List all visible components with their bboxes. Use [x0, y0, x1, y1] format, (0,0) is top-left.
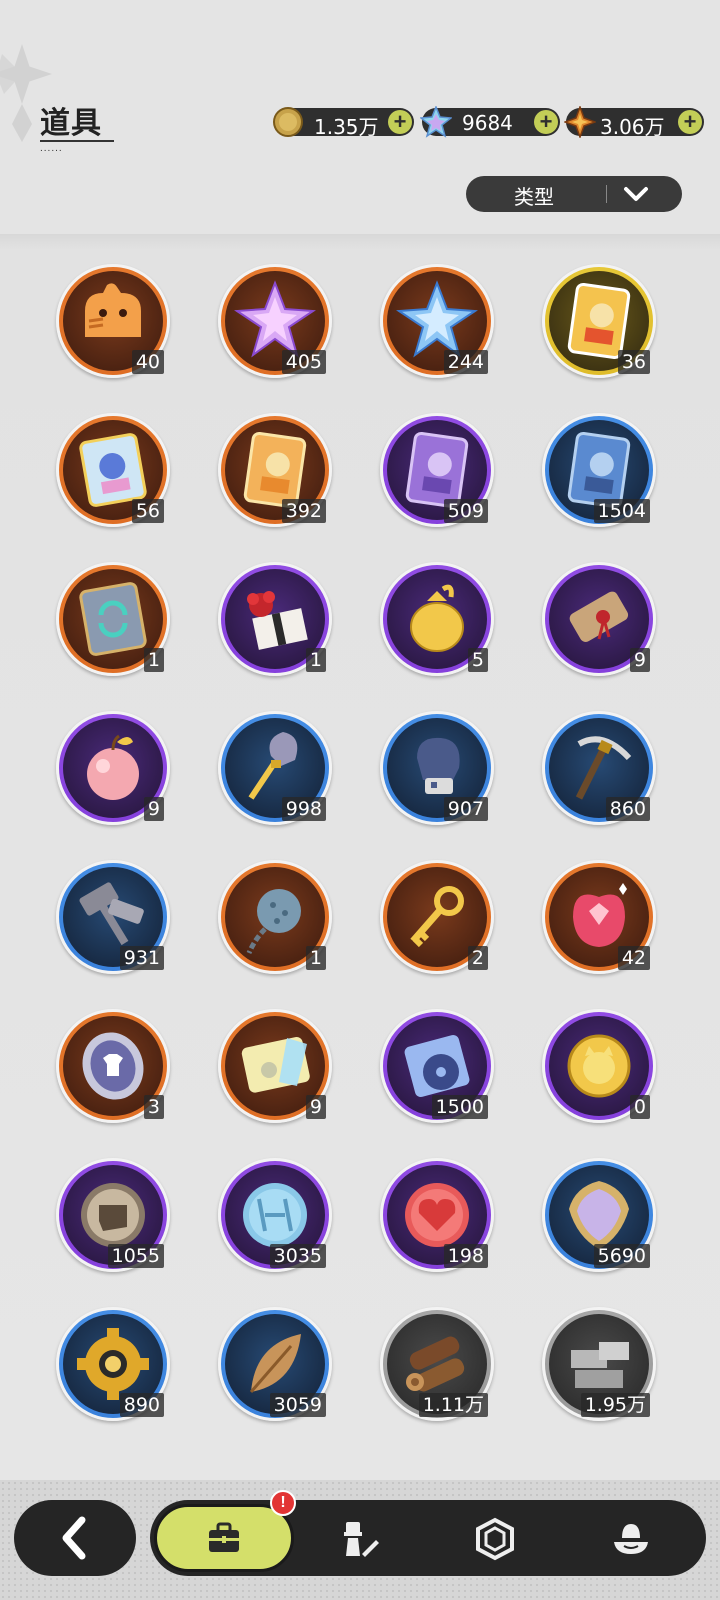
inventory-item[interactable]: 9 — [218, 1009, 332, 1123]
item-count: 1.11万 — [418, 1393, 488, 1417]
chevron-down-icon — [624, 187, 648, 201]
item-count: 36 — [617, 350, 650, 374]
currency-star-add-button[interactable]: + — [678, 110, 702, 134]
gold-coin-icon — [273, 107, 303, 137]
currency-gem: 9684 + — [420, 106, 560, 138]
item-count: 9 — [305, 1095, 326, 1119]
currency-gold: 1.35万 + — [273, 107, 414, 139]
inventory-item[interactable]: 0 — [542, 1009, 656, 1123]
inventory-item[interactable]: 198 — [380, 1158, 494, 1272]
inventory-item[interactable]: 907 — [380, 711, 494, 825]
inventory-item[interactable]: 1.95万 — [542, 1307, 656, 1421]
item-count: 392 — [281, 499, 326, 523]
item-count: 998 — [281, 797, 326, 821]
character-equipment-icon[interactable] — [336, 1516, 382, 1562]
filter-separator — [606, 185, 607, 203]
star-shard-icon — [564, 106, 596, 138]
item-count: 3035 — [269, 1244, 326, 1268]
item-count: 1.95万 — [580, 1393, 650, 1417]
inventory-item[interactable]: 3 — [56, 1009, 170, 1123]
inventory-item[interactable]: 42 — [542, 860, 656, 974]
item-count: 2 — [467, 946, 488, 970]
inventory-item[interactable]: 1 — [218, 562, 332, 676]
inventory-item[interactable]: 890 — [56, 1307, 170, 1421]
item-count: 3 — [143, 1095, 164, 1119]
dessert-icon[interactable] — [608, 1516, 654, 1562]
item-count: 860 — [605, 797, 650, 821]
inventory-item[interactable]: 5690 — [542, 1158, 656, 1272]
inventory-item[interactable]: 9 — [56, 711, 170, 825]
inventory-item[interactable]: 860 — [542, 711, 656, 825]
item-count: 5690 — [593, 1244, 650, 1268]
item-count: 3059 — [269, 1393, 326, 1417]
item-count: 5 — [467, 648, 488, 672]
inventory-item[interactable]: 2 — [380, 860, 494, 974]
item-count: 1 — [305, 946, 326, 970]
inventory-item[interactable]: 3035 — [218, 1158, 332, 1272]
inventory-item[interactable]: 9 — [542, 562, 656, 676]
inventory-item[interactable]: 509 — [380, 413, 494, 527]
inventory-item[interactable]: 1 — [218, 860, 332, 974]
inventory-item[interactable]: 931 — [56, 860, 170, 974]
inventory-item[interactable]: 3059 — [218, 1307, 332, 1421]
item-count: 56 — [131, 499, 164, 523]
inventory-item[interactable]: 1055 — [56, 1158, 170, 1272]
item-count: 931 — [119, 946, 164, 970]
inventory-item[interactable]: 1500 — [380, 1009, 494, 1123]
item-count: 9 — [143, 797, 164, 821]
item-count: 244 — [443, 350, 488, 374]
back-button[interactable] — [14, 1500, 136, 1576]
item-count: 198 — [443, 1244, 488, 1268]
item-count: 1 — [305, 648, 326, 672]
title-dots: ...... — [40, 143, 63, 154]
item-count: 0 — [629, 1095, 650, 1119]
currency-gem-value: 9684 — [462, 111, 513, 135]
currency-gem-add-button[interactable]: + — [534, 110, 558, 134]
hexagon-icon[interactable] — [472, 1516, 518, 1562]
currency-gold-value: 1.35万 — [314, 115, 379, 139]
item-count: 1504 — [593, 499, 650, 523]
inventory-item[interactable]: 40 — [56, 264, 170, 378]
currency-gold-add-button[interactable]: + — [388, 110, 412, 134]
item-count: 1 — [143, 648, 164, 672]
inventory-item[interactable]: 405 — [218, 264, 332, 378]
inventory-item[interactable]: 5 — [380, 562, 494, 676]
back-arrow-icon — [62, 1516, 86, 1560]
item-count: 42 — [617, 946, 650, 970]
item-count: 9 — [629, 648, 650, 672]
notification-badge: ! — [270, 1490, 296, 1516]
bag-icon — [209, 1522, 239, 1552]
item-count: 509 — [443, 499, 488, 523]
crystal-gem-icon — [420, 106, 452, 138]
item-count: 405 — [281, 350, 326, 374]
inventory-item[interactable]: 392 — [218, 413, 332, 527]
title-underline — [40, 140, 114, 142]
item-count: 890 — [119, 1393, 164, 1417]
inventory-item[interactable]: 1 — [56, 562, 170, 676]
filter-label: 类型 — [514, 185, 554, 209]
type-filter-dropdown[interactable]: 类型 — [466, 176, 682, 212]
currency-star-value: 3.06万 — [600, 115, 665, 139]
inventory-item[interactable]: 1504 — [542, 413, 656, 527]
currency-star: 3.06万 + — [564, 106, 704, 139]
inventory-item[interactable]: 244 — [380, 264, 494, 378]
item-count: 1500 — [431, 1095, 488, 1119]
page-title: 道具 — [40, 106, 102, 141]
item-count: 1055 — [107, 1244, 164, 1268]
inventory-grid: 40 405 244 36 56 392 509 1504 1 1 5 9 9 998 907 860 931 1… — [56, 264, 666, 1444]
inventory-item[interactable]: 998 — [218, 711, 332, 825]
inventory-item[interactable]: 56 — [56, 413, 170, 527]
inventory-item[interactable]: 36 — [542, 264, 656, 378]
inventory-item[interactable]: 1.11万 — [380, 1307, 494, 1421]
item-count: 907 — [443, 797, 488, 821]
item-count: 40 — [131, 350, 164, 374]
